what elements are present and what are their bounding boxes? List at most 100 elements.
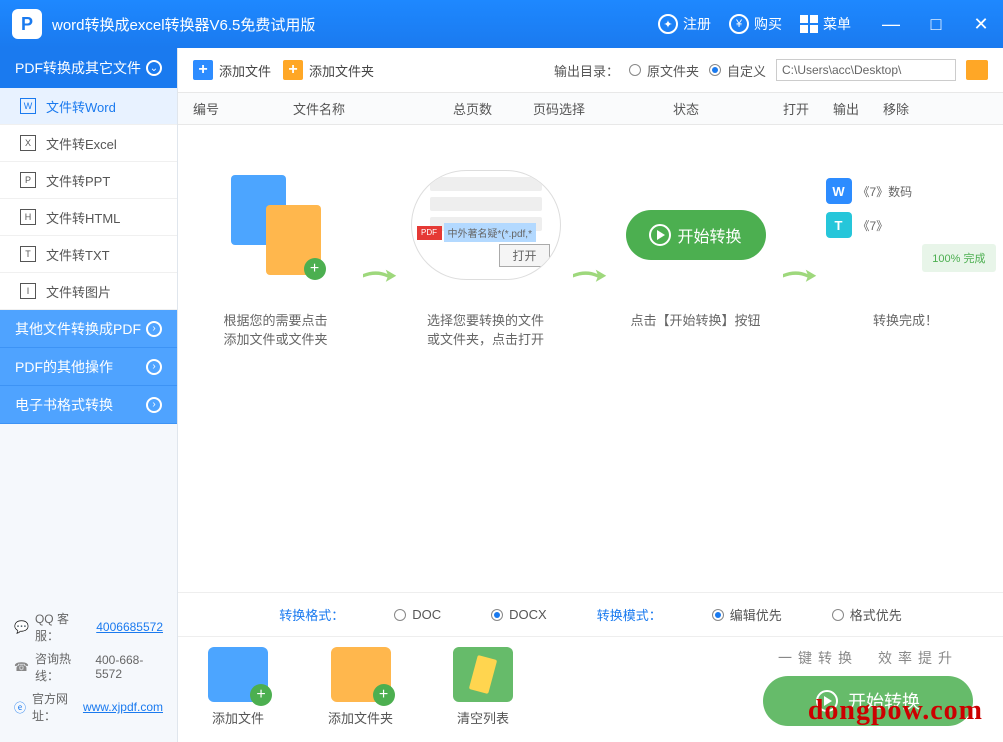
mini-filename: 中外著名疑*(*.pdf,*: [444, 223, 536, 242]
add-folder-button[interactable]: + 添加文件夹: [283, 60, 374, 80]
result-file-2: 《7》: [858, 217, 889, 234]
col-remove: 移除: [883, 99, 933, 118]
radio-edit-priority[interactable]: 编辑优先: [712, 605, 782, 624]
txt-chip-icon: T: [826, 212, 852, 238]
big-add-folder-button[interactable]: 添加文件夹: [328, 647, 393, 727]
sidebar-item-html[interactable]: H 文件转HTML: [0, 199, 177, 236]
col-status: 状态: [673, 99, 783, 118]
radio-custom-folder[interactable]: 自定义: [709, 61, 766, 80]
radio-label: DOCX: [509, 607, 547, 622]
add-files-illustration-icon: [221, 170, 331, 280]
sidebar-item-ppt[interactable]: P文件转PPT: [0, 162, 177, 199]
html-icon: H: [20, 209, 36, 225]
big-clear-button[interactable]: 清空列表: [453, 647, 513, 727]
buy-button[interactable]: ¥购买: [729, 14, 782, 34]
chevron-right-icon: ›: [146, 359, 162, 375]
step-2-text: 选择您要转换的文件 或文件夹，点击打开: [398, 310, 573, 348]
sidebar-item-excel[interactable]: X文件转Excel: [0, 125, 177, 162]
step-1-text: 根据您的需要点击 添加文件或文件夹: [188, 310, 363, 348]
start-convert-button[interactable]: 开始转换: [763, 676, 973, 726]
yen-icon: ¥: [729, 14, 749, 34]
menu-label: 菜单: [823, 14, 851, 34]
sidebar-section-pdf-ops[interactable]: PDF的其他操作›: [0, 348, 177, 386]
word-icon: W: [20, 98, 36, 114]
col-output: 输出: [833, 99, 883, 118]
folder-plus-icon: [331, 647, 391, 702]
arrow-icon: [363, 267, 398, 287]
sidebar-section-other-to-pdf[interactable]: 其他文件转换成PDF›: [0, 310, 177, 348]
site-link[interactable]: www.xjpdf.com: [83, 700, 163, 714]
result-illustration-icon: W《7》数码 T《7》 100% 完成: [826, 170, 986, 280]
sidebar-item-word[interactable]: W 文件转Word: [0, 88, 177, 125]
bottom-bar: 添加文件 添加文件夹 清空列表 一键转换 效率提升 开始转换: [178, 636, 1003, 742]
txt-icon: T: [20, 246, 36, 262]
sidebar-item-txt[interactable]: T 文件转TXT: [0, 236, 177, 273]
radio-original-folder[interactable]: 原文件夹: [629, 61, 699, 80]
qq-icon: 💬: [14, 620, 29, 634]
sidebar-item-label: 文件转Word: [46, 97, 116, 116]
format-options: 转换格式： DOC DOCX 转换模式： 编辑优先 格式优先: [178, 592, 1003, 636]
radio-doc[interactable]: DOC: [394, 605, 441, 624]
radio-icon: [491, 609, 503, 621]
radio-label: DOC: [412, 607, 441, 622]
register-button[interactable]: ✦注册: [658, 14, 711, 34]
plus-icon: +: [283, 60, 303, 80]
play-icon: [649, 224, 671, 246]
mini-open-btn: 打开: [499, 244, 549, 267]
arrow-icon: [573, 267, 608, 287]
sidebar-item-label: 文件转TXT: [46, 245, 110, 264]
radio-label: 原文件夹: [647, 61, 699, 80]
maximize-button[interactable]: □: [926, 14, 946, 35]
big-add-file-button[interactable]: 添加文件: [208, 647, 268, 727]
close-button[interactable]: ✕: [971, 14, 991, 35]
ie-icon: ⓔ: [14, 699, 26, 716]
user-icon: ✦: [658, 14, 678, 34]
big-add-file-label: 添加文件: [212, 711, 264, 726]
step-3-text: 点击【开始转换】按钮: [608, 310, 783, 329]
sidebar-item-image[interactable]: I文件转图片: [0, 273, 177, 310]
done-badge: 100% 完成: [922, 244, 995, 272]
mode-label: 转换模式：: [597, 605, 662, 624]
step-4-text: 转换完成！: [818, 310, 993, 329]
site-label: 官方网址：: [32, 690, 77, 724]
add-file-label: 添加文件: [219, 61, 271, 80]
sidebar-header-pdf-to-other[interactable]: PDF转换成其它文件 ⌄: [0, 48, 177, 88]
radio-format-priority[interactable]: 格式优先: [832, 605, 902, 624]
minimize-button[interactable]: —: [881, 14, 901, 35]
output-path-input[interactable]: [776, 59, 956, 81]
start-btn-label: 开始转换: [677, 223, 741, 247]
add-file-button[interactable]: +添加文件: [193, 60, 271, 80]
register-label: 注册: [683, 14, 711, 34]
col-filename: 文件名称: [293, 99, 453, 118]
sidebar-item-label: 文件转图片: [46, 282, 111, 301]
sidebar-item-label: 文件转HTML: [46, 208, 120, 227]
big-clear-label: 清空列表: [457, 711, 509, 726]
menu-button[interactable]: 菜单: [800, 14, 851, 34]
word-chip-icon: W: [826, 178, 852, 204]
radio-docx[interactable]: DOCX: [491, 605, 547, 624]
radio-icon: [394, 609, 406, 621]
col-range: 页码选择: [533, 99, 673, 118]
sidebar-section-ebook[interactable]: 电子书格式转换›: [0, 386, 177, 424]
titlebar: P word转换成excel转换器V6.5免费试用版 ✦注册 ¥购买 菜单 — …: [0, 0, 1003, 48]
broom-icon: [453, 647, 513, 702]
play-icon: [816, 690, 838, 712]
chevron-down-icon: ⌄: [146, 60, 162, 76]
radio-icon: [712, 609, 724, 621]
hotline-value: 400-668-5572: [95, 653, 163, 681]
col-index: 编号: [193, 99, 293, 118]
step-2: PDF中外著名疑*(*.pdf,*打开 选择您要转换的文件 或文件夹，点击打开: [398, 155, 573, 348]
add-folder-label: 添加文件夹: [309, 61, 374, 80]
menu-grid-icon: [800, 15, 818, 33]
empty-state: 根据您的需要点击 添加文件或文件夹 PDF中外著名疑*(*.pdf,*打开 选择…: [178, 125, 1003, 592]
radio-icon: [832, 609, 844, 621]
output-label: 输出目录：: [554, 61, 619, 80]
app-logo-icon: P: [12, 9, 42, 39]
radio-label: 编辑优先: [730, 605, 782, 624]
buy-label: 购买: [754, 14, 782, 34]
qq-link[interactable]: 4006685572: [96, 620, 163, 634]
step-3: 开始转换 点击【开始转换】按钮: [608, 155, 783, 329]
radio-label: 自定义: [727, 61, 766, 80]
radio-icon: [709, 64, 721, 76]
browse-folder-button[interactable]: [966, 60, 988, 80]
